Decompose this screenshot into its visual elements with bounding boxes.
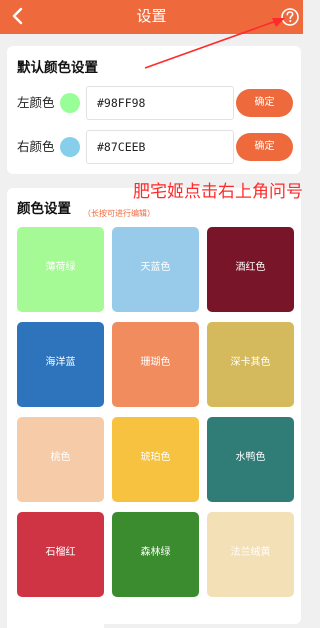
- color-settings-title: 颜色设置: [17, 201, 71, 217]
- right-color-label: 右颜色: [17, 139, 55, 154]
- swatch-label: 薄荷绿: [45, 262, 76, 273]
- color-swatch[interactable]: 桃色: [17, 417, 104, 502]
- swatch-label: 水鸭色: [235, 452, 266, 463]
- color-swatch[interactable]: 珊瑚色: [112, 322, 199, 407]
- swatch-label: 桃色: [50, 452, 71, 463]
- left-color-label: 左颜色: [17, 95, 55, 110]
- help-button[interactable]: [280, 6, 300, 28]
- default-colors-title: 默认颜色设置: [17, 60, 98, 76]
- swatch-label: 天蓝色: [140, 262, 171, 273]
- left-confirm-button[interactable]: 确定: [236, 89, 293, 117]
- right-color-input[interactable]: #87CEEB: [86, 130, 234, 164]
- swatch-label: 石榴红: [45, 547, 76, 558]
- left-color-dot: [60, 93, 80, 113]
- swatch-label: 酒红色: [235, 262, 266, 273]
- color-swatch[interactable]: 海洋蓝: [17, 322, 104, 407]
- color-swatch[interactable]: 水鸭色: [207, 417, 294, 502]
- partial-card: [7, 604, 104, 628]
- long-press-hint: （长按可进行编辑）: [83, 209, 155, 218]
- color-swatch[interactable]: 深卡其色: [207, 322, 294, 407]
- swatch-label: 森林绿: [140, 547, 171, 558]
- page-title: 设置: [136, 7, 167, 25]
- color-settings-card: 颜色设置 （长按可进行编辑） 薄荷绿 天蓝色 酒红色海洋蓝 珊瑚色 深卡其色桃色 琥珀色 水…: [7, 188, 301, 624]
- swatch-label: 海洋蓝: [45, 357, 76, 368]
- color-swatch[interactable]: 法兰绒黄: [207, 512, 294, 597]
- swatch-label: 琥珀色: [140, 452, 171, 463]
- color-swatch[interactable]: 酒红色: [207, 227, 294, 312]
- right-color-dot: [60, 137, 80, 157]
- color-swatch[interactable]: 天蓝色: [112, 227, 199, 312]
- left-color-input[interactable]: #98FF98: [86, 86, 234, 120]
- top-bar: 设置: [0, 0, 303, 34]
- default-colors-card: 默认颜色设置 左颜色 #98FF98 确定 右颜色 #87CEEB 确定: [7, 46, 301, 174]
- swatch-label: 深卡其色: [230, 357, 271, 368]
- swatch-label: 珊瑚色: [140, 357, 171, 368]
- color-swatch[interactable]: 琥珀色: [112, 417, 199, 502]
- right-confirm-button[interactable]: 确定: [236, 133, 293, 161]
- color-swatch[interactable]: 薄荷绿: [17, 227, 104, 312]
- swatch-label: 法兰绒黄: [230, 547, 271, 558]
- question-circle-icon: [281, 8, 299, 26]
- annotation-text: 肥宅姬点击右上角问号: [133, 182, 303, 202]
- color-swatch[interactable]: 森林绿: [112, 512, 199, 597]
- color-swatch[interactable]: 石榴红: [17, 512, 104, 597]
